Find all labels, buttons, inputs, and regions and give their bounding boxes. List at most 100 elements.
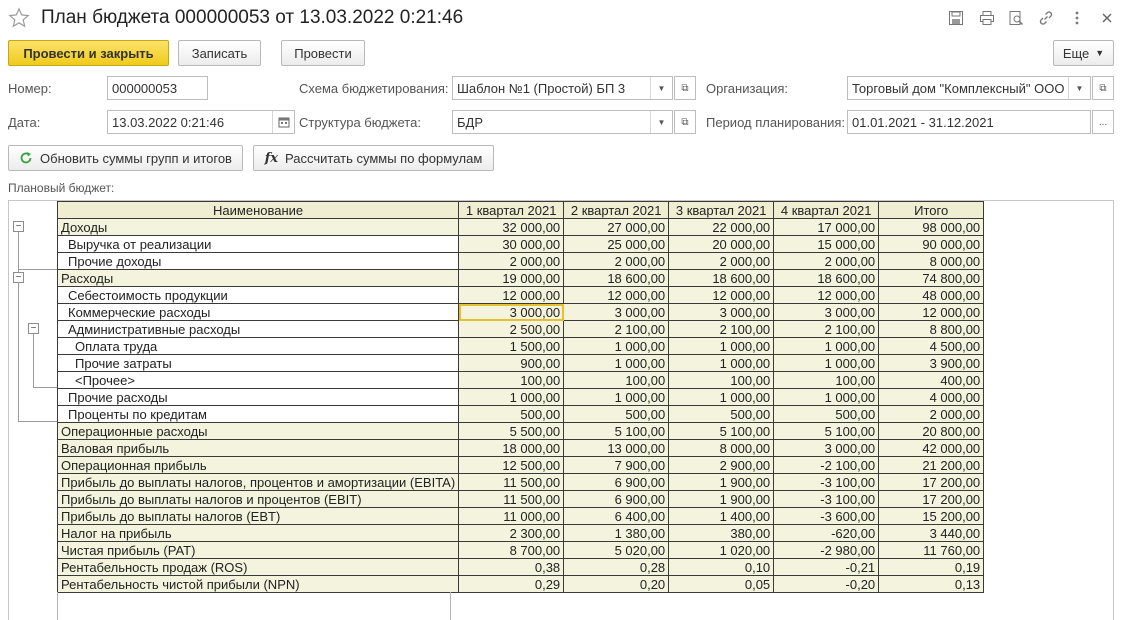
value-cell[interactable]: 15 200,00	[878, 507, 985, 525]
value-cell[interactable]: 22 000,00	[668, 218, 775, 236]
value-cell[interactable]: 1 400,00	[668, 507, 775, 525]
table-row[interactable]: Расходы 19 000,00 18 600,00 18 600,00 18 600…	[56, 269, 985, 287]
close-icon[interactable]	[1098, 9, 1116, 27]
row-name-cell[interactable]: Коммерческие расходы	[56, 303, 460, 321]
value-cell[interactable]: 5 020,00	[563, 541, 670, 559]
row-name-cell[interactable]: Операционная прибыль	[56, 456, 460, 474]
column-header[interactable]: 2 квартал 2021	[563, 201, 670, 219]
value-cell[interactable]: 20 000,00	[668, 235, 775, 253]
structure-field[interactable]: БДР ▼	[452, 110, 673, 134]
row-name-cell[interactable]: Прибыль до выплаты налогов, процентов и …	[56, 473, 460, 491]
more-menu-button[interactable]: Еще ▼	[1053, 40, 1114, 66]
value-cell[interactable]: 11 500,00	[458, 473, 565, 491]
value-cell[interactable]: 15 000,00	[773, 235, 880, 253]
value-cell[interactable]: 5 100,00	[563, 422, 670, 440]
open-scheme-icon[interactable]: ⧉	[674, 76, 696, 100]
date-field[interactable]: 13.03.2022 0:21:46	[107, 110, 295, 134]
table-row[interactable]: Оплата труда 1 500,00 1 000,00 1 000,00 1 00…	[56, 337, 985, 355]
value-cell[interactable]: -620,00	[773, 524, 880, 542]
preview-icon[interactable]	[1007, 9, 1025, 27]
value-cell[interactable]: 4 500,00	[878, 337, 985, 355]
value-cell[interactable]: 98 000,00	[878, 218, 985, 236]
value-cell[interactable]: 2 300,00	[458, 524, 565, 542]
row-name-cell[interactable]: Проценты по кредитам	[56, 405, 460, 423]
row-name-cell[interactable]: Прибыль до выплаты налогов (EBT)	[56, 507, 460, 525]
value-cell[interactable]: 2 000,00	[458, 252, 565, 270]
value-cell[interactable]: 12 000,00	[878, 303, 985, 321]
table-row[interactable]: Валовая прибыль 18 000,00 13 000,00 8 000,0…	[56, 439, 985, 457]
value-cell[interactable]: 2 000,00	[563, 252, 670, 270]
table-row[interactable]: Административные расходы 2 500,00 2 100,00…	[56, 320, 985, 338]
row-name-cell[interactable]: Рентабельность продаж (ROS)	[56, 558, 460, 576]
value-cell[interactable]: 6 400,00	[563, 507, 670, 525]
table-row[interactable]: Рентабельность чистой прибыли (NPN) 0,29 0…	[56, 575, 985, 593]
value-cell[interactable]: 1 000,00	[563, 337, 670, 355]
table-row[interactable]: Коммерческие расходы 3 000,00 3 000,00 3 00…	[56, 303, 985, 321]
value-cell[interactable]: 7 900,00	[563, 456, 670, 474]
value-cell[interactable]: 1 000,00	[563, 388, 670, 406]
value-cell[interactable]: 11 500,00	[458, 490, 565, 508]
print-icon[interactable]	[978, 9, 996, 27]
calendar-icon[interactable]	[272, 111, 294, 133]
value-cell[interactable]: 17 000,00	[773, 218, 880, 236]
chevron-down-icon[interactable]: ▼	[1068, 77, 1090, 99]
value-cell[interactable]: 3 000,00	[458, 303, 565, 321]
table-row[interactable]: Прочие расходы 1 000,00 1 000,00 1 000,00 1 …	[56, 388, 985, 406]
value-cell[interactable]: 8 000,00	[668, 439, 775, 457]
value-cell[interactable]: 1 000,00	[773, 388, 880, 406]
row-name-cell[interactable]: Валовая прибыль	[56, 439, 460, 457]
value-cell[interactable]: 2 900,00	[668, 456, 775, 474]
value-cell[interactable]: 20 800,00	[878, 422, 985, 440]
value-cell[interactable]: 0,38	[458, 558, 565, 576]
value-cell[interactable]: 2 000,00	[668, 252, 775, 270]
value-cell[interactable]: 11 760,00	[878, 541, 985, 559]
value-cell[interactable]: 5 100,00	[773, 422, 880, 440]
value-cell[interactable]: 13 000,00	[563, 439, 670, 457]
calc-formulas-button[interactable]: fx Рассчитать суммы по формулам	[253, 145, 494, 171]
collapse-income-icon[interactable]: −	[13, 221, 24, 232]
value-cell[interactable]: 1 000,00	[458, 388, 565, 406]
table-row[interactable]: Налог на прибыль 2 300,00 1 380,00 380,00 -6…	[56, 524, 985, 542]
value-cell[interactable]: 8 000,00	[878, 252, 985, 270]
value-cell[interactable]: 12 000,00	[773, 286, 880, 304]
value-cell[interactable]: 900,00	[458, 354, 565, 372]
value-cell[interactable]: 19 000,00	[458, 269, 565, 287]
value-cell[interactable]: 90 000,00	[878, 235, 985, 253]
value-cell[interactable]: 0,29	[458, 575, 565, 593]
value-cell[interactable]: 100,00	[773, 371, 880, 389]
more-vertical-icon[interactable]	[1068, 9, 1086, 27]
value-cell[interactable]: 27 000,00	[563, 218, 670, 236]
value-cell[interactable]: 1 020,00	[668, 541, 775, 559]
row-name-cell[interactable]: <Прочее>	[56, 371, 460, 389]
value-cell[interactable]: 18 600,00	[773, 269, 880, 287]
value-cell[interactable]: 3 000,00	[773, 303, 880, 321]
number-field[interactable]: 000000053	[107, 76, 208, 100]
value-cell[interactable]: 18 600,00	[563, 269, 670, 287]
value-cell[interactable]: 8 800,00	[878, 320, 985, 338]
value-cell[interactable]: 32 000,00	[458, 218, 565, 236]
row-name-cell[interactable]: Административные расходы	[56, 320, 460, 338]
value-cell[interactable]: 3 900,00	[878, 354, 985, 372]
value-cell[interactable]: 500,00	[563, 405, 670, 423]
value-cell[interactable]: 42 000,00	[878, 439, 985, 457]
value-cell[interactable]: 4 000,00	[878, 388, 985, 406]
value-cell[interactable]: 1 000,00	[563, 354, 670, 372]
row-name-cell[interactable]: Прочие доходы	[56, 252, 460, 270]
row-name-cell[interactable]: Налог на прибыль	[56, 524, 460, 542]
row-name-cell[interactable]: Себестоимость продукции	[56, 286, 460, 304]
refresh-totals-button[interactable]: Обновить суммы групп и итогов	[8, 145, 243, 171]
value-cell[interactable]: 25 000,00	[563, 235, 670, 253]
table-row[interactable]: Прибыль до выплаты налогов, процентов и …	[56, 473, 985, 491]
value-cell[interactable]: 1 000,00	[773, 354, 880, 372]
value-cell[interactable]: -0,21	[773, 558, 880, 576]
value-cell[interactable]: -3 100,00	[773, 473, 880, 491]
value-cell[interactable]: 12 000,00	[563, 286, 670, 304]
table-row[interactable]: <Прочее> 100,00 100,00 100,00 100,00 400,00	[56, 371, 985, 389]
chevron-down-icon[interactable]: ▼	[650, 111, 672, 133]
table-row[interactable]: Себестоимость продукции 12 000,00 12 000,0…	[56, 286, 985, 304]
table-row[interactable]: Доходы 32 000,00 27 000,00 22 000,00 17 000,…	[56, 218, 985, 236]
row-name-cell[interactable]: Прочие затраты	[56, 354, 460, 372]
value-cell[interactable]: 6 900,00	[563, 473, 670, 491]
value-cell[interactable]: 1 900,00	[668, 473, 775, 491]
value-cell[interactable]: 1 000,00	[668, 337, 775, 355]
